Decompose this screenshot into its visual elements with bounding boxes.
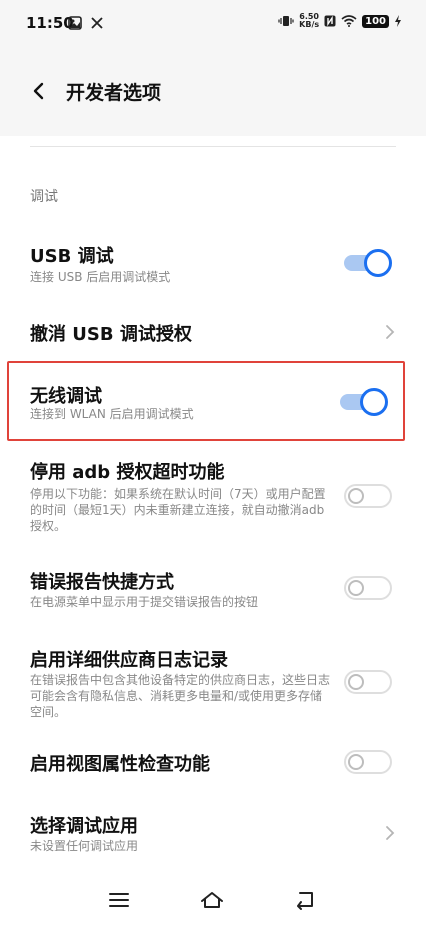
setting-title: 启用视图属性检查功能 — [30, 754, 210, 775]
home-icon — [201, 892, 223, 908]
toggle-knob — [348, 754, 364, 770]
back-nav-button[interactable] — [291, 888, 319, 912]
setting-subtitle: 停用以下功能：如果系统在默认时间（7天）或用户配置的时间（最短1天）内未重新建立… — [30, 487, 326, 533]
chevron-left-icon — [33, 82, 44, 100]
setting-vendor-logging[interactable]: 启用详细供应商日志记录 在错误报告中包含其他设备特定的供应商日志，这些日志可能会… — [0, 634, 426, 730]
setting-disable-adb-timeout[interactable]: 停用 adb 授权超时功能 停用以下功能：如果系统在默认时间（7天）或用户配置的… — [0, 446, 426, 550]
setting-title: 选择调试应用 — [30, 816, 138, 837]
adb-timeout-toggle[interactable] — [344, 484, 392, 508]
setting-subtitle: 在电源菜单中显示用于提交错误报告的按钮 — [30, 595, 259, 609]
status-time: 11:50 — [26, 14, 74, 32]
setting-title: 撤消 USB 调试授权 — [30, 324, 192, 345]
toggle-knob — [348, 674, 364, 690]
setting-subtitle: 连接 USB 后启用调试模式 — [30, 270, 171, 284]
setting-view-attribute-inspection[interactable]: 启用视图属性检查功能 — [0, 736, 426, 792]
tools-icon — [91, 16, 103, 29]
divider — [30, 146, 396, 147]
wifi-icon — [341, 15, 357, 27]
setting-bug-report-shortcut[interactable]: 错误报告快捷方式 在电源菜单中显示用于提交错误报告的按钮 — [0, 556, 426, 630]
toggle-knob — [348, 488, 364, 504]
header: 开发者选项 — [0, 46, 426, 136]
toggle-knob — [348, 580, 364, 596]
setting-subtitle: 在错误报告中包含其他设备特定的供应商日志，这些日志可能会含有隐私信息、消耗更多电… — [30, 673, 331, 719]
bug-report-toggle[interactable] — [344, 576, 392, 600]
net-speed: 6.50 KB/s — [299, 13, 319, 29]
back-button[interactable] — [24, 76, 54, 106]
vendor-logging-toggle[interactable] — [344, 670, 392, 694]
setting-title: 错误报告快捷方式 — [30, 572, 174, 593]
recents-button[interactable] — [105, 888, 133, 912]
highlight-box — [7, 361, 405, 441]
setting-select-debug-app[interactable]: 选择调试应用 未设置任何调试应用 — [0, 800, 426, 864]
toggle-knob — [364, 249, 392, 277]
home-button[interactable] — [198, 888, 226, 912]
status-right: 6.50 KB/s 100 — [278, 13, 402, 29]
setting-title: 启用详细供应商日志记录 — [30, 650, 228, 671]
vibrate-icon — [278, 16, 294, 26]
status-bar: 11:50 6.50 KB/s 100 — [0, 0, 426, 46]
setting-title: USB 调试 — [30, 246, 114, 267]
setting-subtitle: 未设置任何调试应用 — [30, 839, 139, 853]
menu-icon — [109, 893, 129, 907]
chevron-right-icon — [386, 826, 395, 840]
setting-title: 停用 adb 授权超时功能 — [30, 462, 225, 483]
chevron-right-icon — [386, 325, 395, 339]
view-inspection-toggle[interactable] — [344, 750, 392, 774]
status-left-icons — [68, 15, 104, 30]
page-title: 开发者选项 — [66, 82, 162, 104]
charging-icon — [395, 15, 401, 27]
section-label: 调试 — [30, 189, 58, 205]
battery-level: 100 — [362, 14, 389, 28]
gallery-icon — [68, 15, 82, 30]
back-icon — [297, 892, 313, 910]
net-speed-unit: KB/s — [299, 20, 320, 29]
nfc-icon — [324, 15, 336, 27]
setting-usb-debugging[interactable]: USB 调试 连接 USB 后启用调试模式 — [0, 228, 426, 300]
usb-debugging-toggle[interactable] — [344, 249, 392, 277]
navigation-bar — [0, 870, 426, 926]
setting-revoke-usb-auth[interactable]: 撤消 USB 调试授权 — [0, 302, 426, 360]
